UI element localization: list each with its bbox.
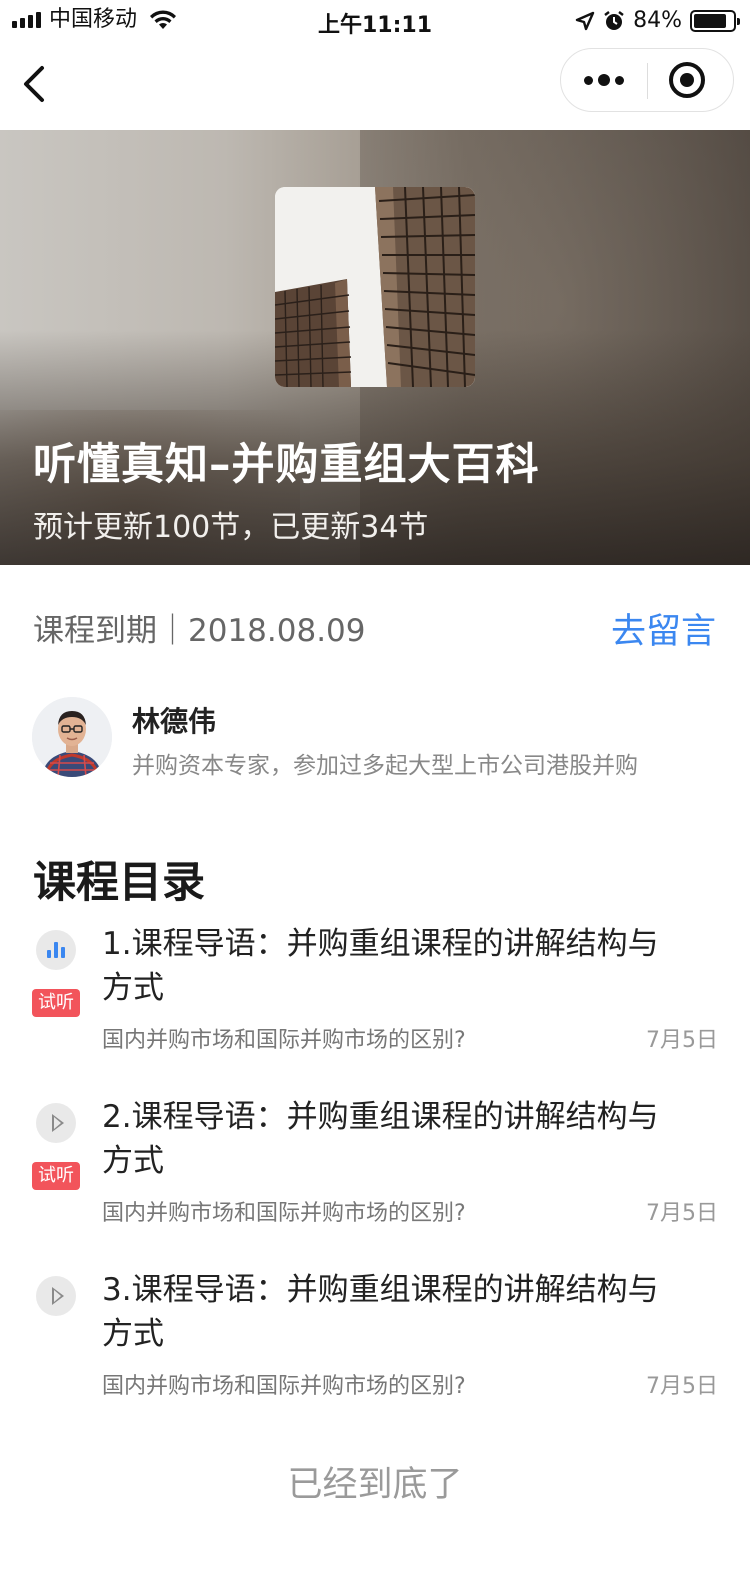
author-name: 林德伟 (132, 705, 217, 738)
lesson-description: 国内并购市场和国际并购市场的区别? (102, 1374, 466, 1399)
trial-badge: 试听 (32, 1162, 80, 1190)
status-bar: 中国移动 上午11:11 84% (0, 0, 750, 40)
catalog-title: 课程目录 (33, 858, 205, 908)
battery-percent: 84% (633, 8, 682, 33)
lesson-date: 7月5日 (646, 1028, 718, 1053)
author-card[interactable]: 林德伟 并购资本专家，参加过多起大型上市公司港股并购 (0, 690, 750, 800)
lesson-item[interactable]: 3.课程导语：并购重组课程的讲解结构与方式 国内并购市场和国际并购市场的区别? … (0, 1272, 750, 1448)
play-icon[interactable] (36, 1276, 76, 1316)
course-update-progress: 预计更新100节，已更新34节 (33, 510, 429, 545)
back-arrow-icon[interactable] (18, 64, 52, 104)
lesson-date: 7月5日 (646, 1201, 718, 1226)
lesson-description: 国内并购市场和国际并购市场的区别? (102, 1028, 466, 1053)
lesson-title: 1.课程导语：并购重组课程的讲解结构与方式 (102, 926, 659, 1006)
course-title: 听懂真知–并购重组大百科 (33, 440, 540, 490)
leave-comment-link[interactable]: 去留言 (611, 603, 716, 654)
battery-icon (690, 9, 740, 32)
lesson-item[interactable]: 试听 1.课程导语：并购重组课程的讲解结构与方式 国内并购市场和国际并购市场的区… (0, 926, 750, 1102)
lesson-title: 2.课程导语：并购重组课程的讲解结构与方式 (102, 1099, 659, 1179)
author-description: 并购资本专家，参加过多起大型上市公司港股并购 (132, 753, 638, 779)
lesson-title: 3.课程导语：并购重组课程的讲解结构与方式 (102, 1272, 659, 1352)
course-cover-image (275, 187, 475, 387)
end-of-list-note: 已经到底了 (287, 1465, 463, 1505)
course-meta-row: 课程到期｜2018.08.09 去留言 (0, 565, 750, 685)
status-right: 84% (575, 8, 740, 33)
trial-badge: 试听 (32, 989, 80, 1017)
navigation-bar (0, 40, 750, 130)
lesson-description: 国内并购市场和国际并购市场的区别? (102, 1201, 466, 1226)
close-target-icon[interactable] (669, 62, 705, 98)
course-expire-date: 课程到期｜2018.08.09 (33, 613, 366, 649)
playing-bars-icon[interactable] (36, 930, 76, 970)
more-dots-icon[interactable] (561, 49, 647, 111)
lesson-item[interactable]: 试听 2.课程导语：并购重组课程的讲解结构与方式 国内并购市场和国际并购市场的区… (0, 1099, 750, 1275)
lesson-date: 7月5日 (646, 1374, 718, 1399)
battery-fill (694, 13, 726, 28)
course-hero: 听懂真知–并购重组大百科 预计更新100节，已更新34节 (0, 130, 750, 565)
capsule-divider (647, 63, 648, 99)
mini-program-capsule (560, 48, 734, 112)
avatar (32, 697, 112, 777)
alarm-icon (604, 10, 624, 30)
location-arrow-icon (575, 11, 595, 30)
play-icon[interactable] (36, 1103, 76, 1143)
